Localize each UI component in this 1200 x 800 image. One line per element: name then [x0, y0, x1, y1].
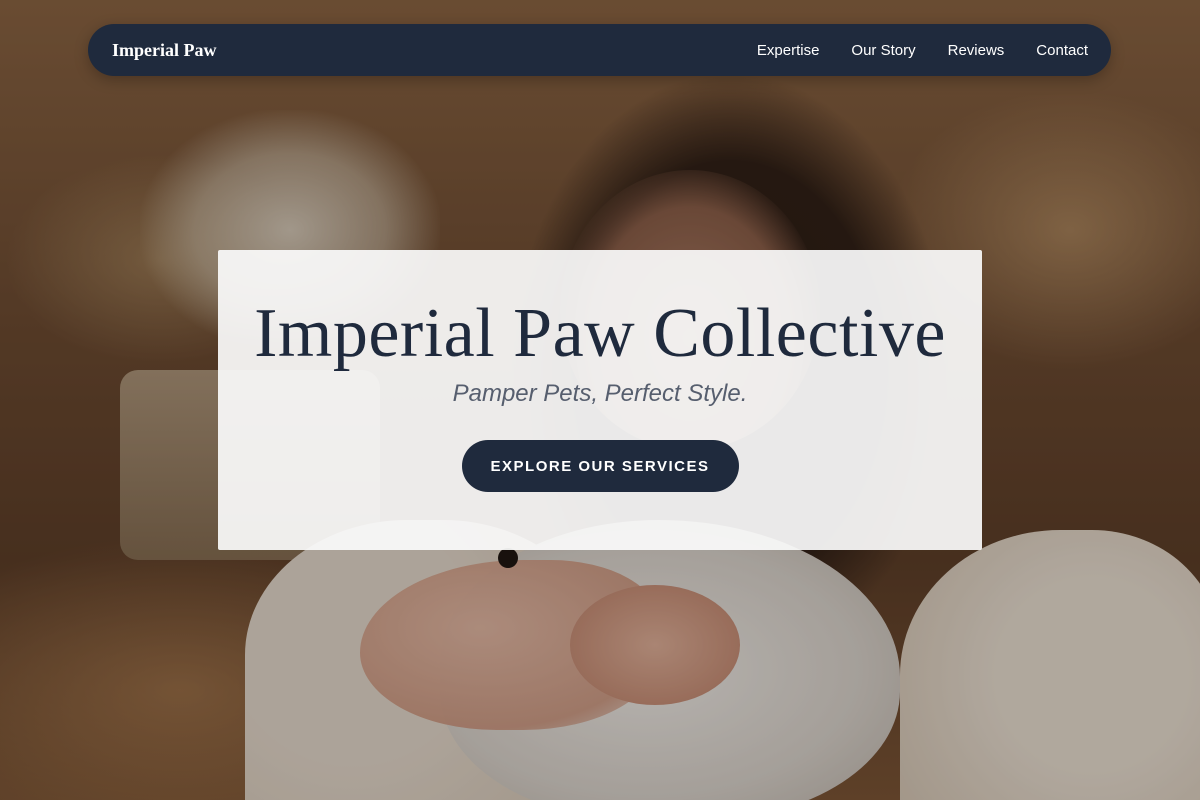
nav-link-reviews[interactable]: Reviews: [948, 42, 1005, 59]
brand-logo[interactable]: Imperial Paw: [112, 40, 216, 61]
top-navbar: Imperial Paw Expertise Our Story Reviews…: [88, 24, 1111, 76]
hero-tagline: Pamper Pets, Perfect Style.: [452, 380, 748, 407]
nav-link-our-story[interactable]: Our Story: [851, 42, 915, 59]
hero-card: Imperial Paw Collective Pamper Pets, Per…: [218, 250, 982, 550]
explore-services-button[interactable]: EXPLORE OUR SERVICES: [461, 440, 739, 492]
nav-link-expertise[interactable]: Expertise: [757, 42, 820, 59]
hero-title: Imperial Paw Collective: [254, 295, 946, 372]
nav-links: Expertise Our Story Reviews Contact: [757, 42, 1088, 59]
nav-link-contact[interactable]: Contact: [1036, 42, 1088, 59]
